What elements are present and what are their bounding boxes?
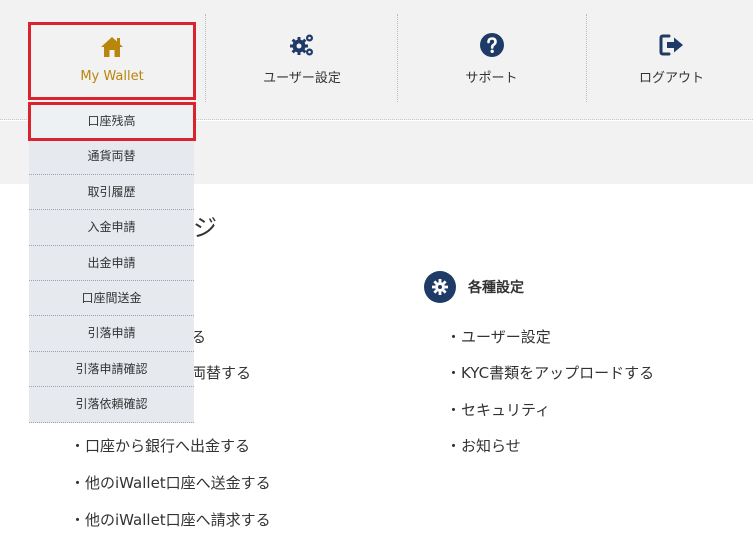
nav-divider: [586, 14, 587, 102]
menu-item-debit-request-confirm[interactable]: 引落申請確認: [29, 351, 194, 388]
page-root: My Wallet ユーザー設定 サポート ログアウト ジ こ両替する ・口座か…: [0, 0, 753, 554]
nav-logout[interactable]: ログアウト: [590, 14, 753, 102]
gears-icon: [290, 34, 313, 55]
menu-item-account-transfer[interactable]: 口座間送金: [29, 280, 194, 317]
request-from-iwallet-link[interactable]: ・他のiWallet口座へ請求する: [70, 509, 271, 530]
nav-logout-label: ログアウト: [638, 70, 704, 86]
withdraw-to-bank-link[interactable]: ・口座から銀行へ出金する: [70, 435, 250, 456]
send-to-iwallet-link[interactable]: ・他のiWallet口座へ送金する: [70, 472, 271, 493]
highlight-account-balance: [28, 102, 196, 141]
notices-link[interactable]: ・お知らせ: [446, 435, 521, 456]
nav-support-label: サポート: [465, 70, 518, 86]
wallet-dropdown-menu: 口座残高 通貨両替 取引履歴 入金申請 出金申請 口座間送金 引落申請 引落申請…: [29, 104, 194, 423]
menu-item-debit-request[interactable]: 引落申請: [29, 316, 194, 352]
gear-icon: [424, 271, 456, 303]
menu-item-debit-order-confirm[interactable]: 引落依頼確認: [29, 387, 194, 423]
page-title: ジ: [193, 214, 217, 242]
user-settings-link[interactable]: ・ユーザー設定: [446, 326, 551, 347]
menu-item-withdrawal-request[interactable]: 出金申請: [29, 245, 194, 281]
menu-item-currency-exchange[interactable]: 通貨両替: [29, 139, 194, 175]
highlight-my-wallet: [28, 22, 196, 100]
menu-item-deposit-request[interactable]: 入金申請: [29, 210, 194, 246]
nav-user-settings[interactable]: ユーザー設定: [212, 14, 392, 102]
nav-support[interactable]: サポート: [400, 14, 583, 102]
question-circle-icon: [479, 32, 504, 57]
settings-section-title: 各種設定: [468, 280, 524, 296]
sign-out-icon: [659, 34, 683, 55]
nav-divider: [397, 14, 398, 102]
nav-user-settings-label: ユーザー設定: [263, 70, 341, 86]
security-link[interactable]: ・セキュリティ: [446, 399, 550, 420]
nav-divider: [205, 14, 206, 102]
menu-item-transaction-history[interactable]: 取引履歴: [29, 174, 194, 211]
kyc-upload-link[interactable]: ・KYC書類をアップロードする: [446, 362, 654, 383]
